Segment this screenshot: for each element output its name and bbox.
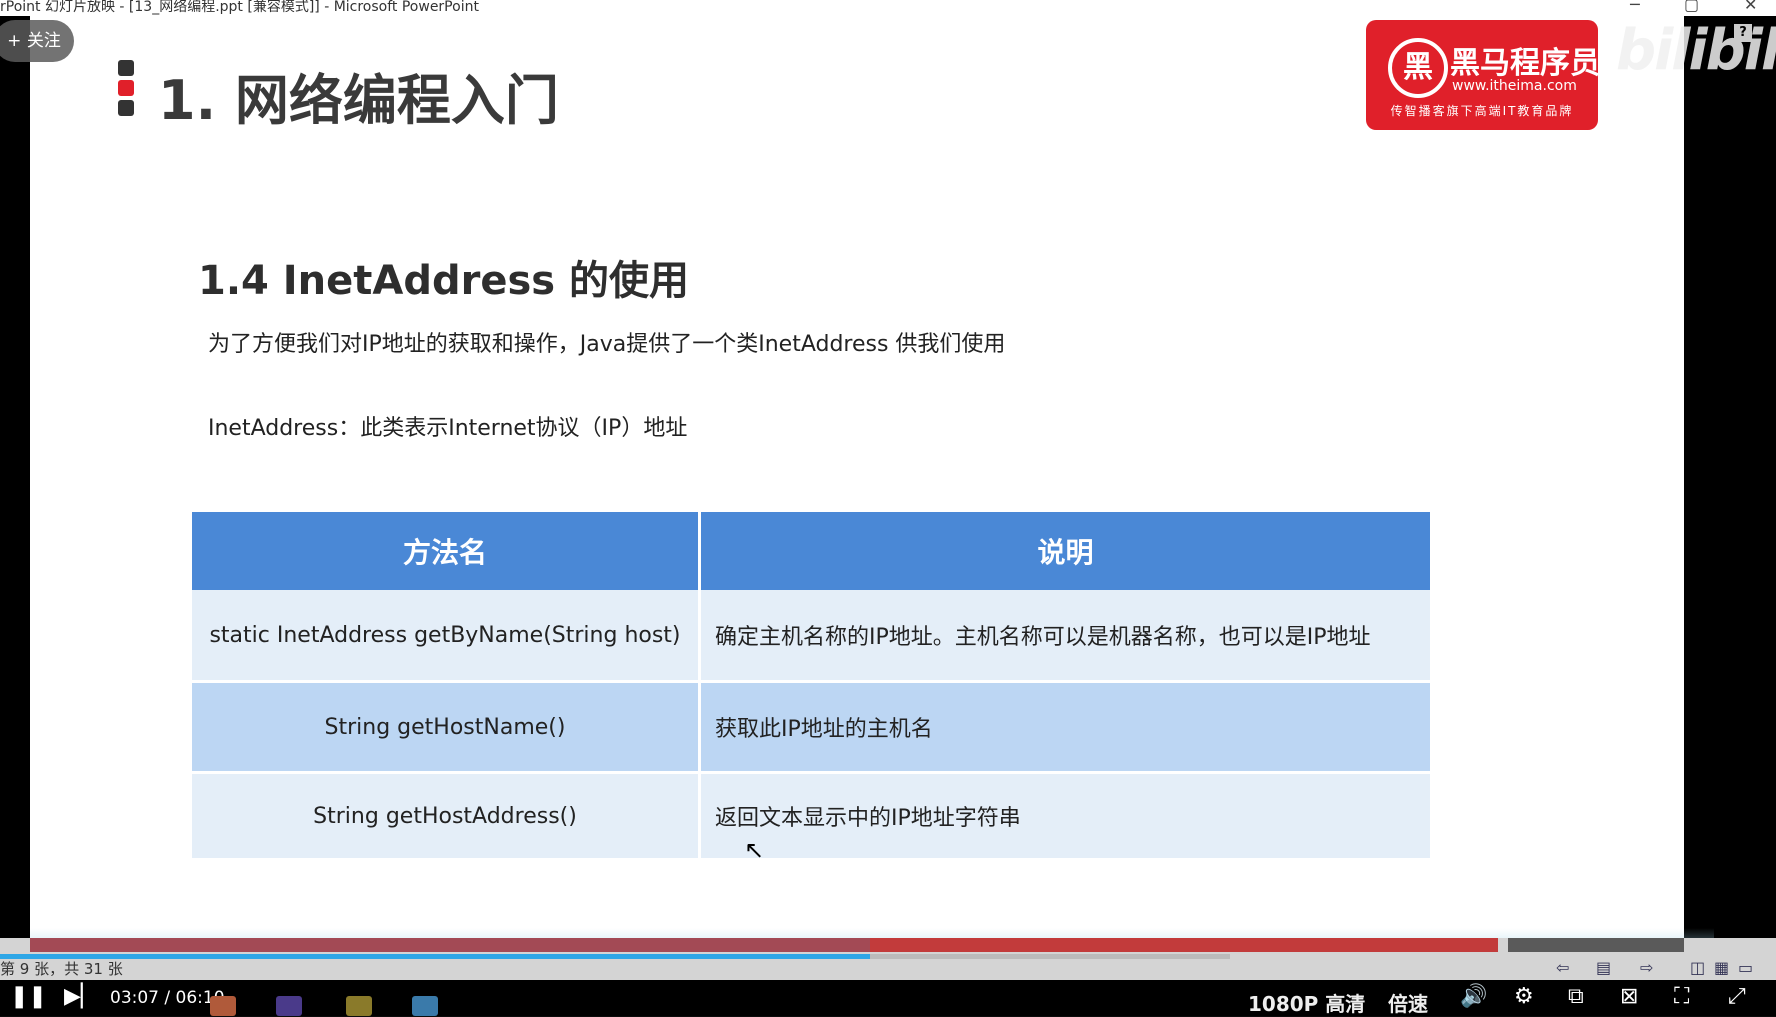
progress-remaining	[1508, 938, 1684, 952]
slide-counter: 第 9 张，共 31 张	[0, 960, 123, 978]
settings-icon[interactable]: ⚙	[1514, 984, 1534, 1009]
method-cell: String getHostAddress()	[192, 772, 701, 861]
fullscreen-icon[interactable]: ⤢	[1728, 984, 1746, 1009]
method-cell: static InetAddress getByName(String host…	[192, 590, 701, 683]
description-cell: 获取此IP地址的主机名	[699, 681, 1433, 774]
playback-time: 03:07 / 06:10	[110, 988, 225, 1008]
table-header-row: 方法名 说明	[192, 512, 1433, 590]
pause-icon[interactable]: ❚❚	[10, 984, 47, 1009]
brand-url: www.itheima.com	[1452, 78, 1577, 94]
reading-view-icon[interactable]: ▭	[1738, 958, 1753, 977]
section-title: 1.4 InetAddress 的使用	[198, 258, 690, 304]
video-control-bar: ❚❚ ▶▏ 03:07 / 06:10 1080P 高清 倍速 🔊 ⚙ ⧉ ⊠ …	[0, 980, 1776, 1016]
table-row: static InetAddress getByName(String host…	[192, 590, 1433, 683]
taskbar-app-icon[interactable]	[412, 996, 438, 1016]
restore-icon[interactable]: ▢	[1684, 0, 1699, 13]
close-icon[interactable]: ✕	[1744, 0, 1757, 13]
video-progress-played	[30, 938, 870, 952]
picture-in-picture-icon[interactable]: ⧉	[1568, 984, 1584, 1009]
web-fullscreen-icon[interactable]: ⛶	[1674, 984, 1689, 1009]
slide-heading: 1. 网络编程入门	[158, 69, 559, 132]
taskbar-app-icon[interactable]	[346, 996, 372, 1016]
follow-button[interactable]: + 关注	[0, 20, 74, 62]
description-cell: 返回文本显示中的IP地址字符串	[699, 772, 1433, 861]
bilibili-logo: bilibili	[1616, 18, 1776, 83]
normal-view-icon[interactable]: ◫	[1690, 958, 1705, 977]
brand-logo: 黑 黑马程序员 www.itheima.com 传智播客旗下高端IT教育品牌	[1366, 20, 1600, 130]
taskbar-app-icon[interactable]	[210, 996, 236, 1016]
time-separator: /	[164, 988, 171, 1008]
powerpoint-status-bar: 第 9 张，共 31 张 ⇦ ▤ ⇨ ◫ ▦ ▭	[0, 938, 1776, 980]
prev-slide-icon[interactable]: ⇦	[1556, 958, 1569, 977]
column-header-description: 说明	[699, 512, 1433, 590]
methods-table: 方法名 说明 static InetAddress getByName(Stri…	[192, 512, 1433, 861]
column-header-method: 方法名	[192, 512, 701, 590]
window-title: rPoint 幻灯片放映 - [13_网络编程.ppt [兼容模式]] - Mi…	[0, 0, 479, 15]
presentation-slide: 1. 网络编程入门 黑 黑马程序员 www.itheima.com 传智播客旗下…	[30, 16, 1714, 954]
brand-circle-icon: 黑	[1388, 38, 1448, 98]
speed-selector[interactable]: 倍速	[1388, 988, 1428, 1017]
table-row: String getHostName() 获取此IP地址的主机名	[192, 681, 1433, 774]
mouse-pointer-icon: ↖	[744, 836, 765, 864]
notes-icon[interactable]: ▤	[1596, 958, 1611, 977]
buffer-progress-bar	[870, 954, 1230, 959]
current-time: 03:07	[110, 988, 159, 1008]
definition-text: InetAddress：此类表示Internet协议（IP）地址	[208, 416, 688, 441]
window-title-bar: rPoint 幻灯片放映 - [13_网络编程.ppt [兼容模式]] - Mi…	[0, 0, 1776, 16]
minimize-icon[interactable]: ─	[1630, 0, 1640, 13]
volume-icon[interactable]: 🔊	[1460, 984, 1487, 1009]
right-letterbox	[1684, 16, 1776, 938]
intro-text: 为了方便我们对IP地址的获取和操作，Java提供了一个类InetAddress …	[208, 332, 1006, 357]
playback-progress-bar[interactable]	[0, 954, 870, 959]
widescreen-icon[interactable]: ⊠	[1620, 984, 1638, 1009]
heading-bullets-icon	[118, 60, 134, 120]
quality-selector[interactable]: 1080P 高清	[1248, 988, 1365, 1017]
next-slide-icon[interactable]: ⇨	[1640, 958, 1653, 977]
description-cell: 确定主机名称的IP地址。主机名称可以是机器名称，也可以是IP地址	[699, 590, 1433, 683]
sorter-view-icon[interactable]: ▦	[1714, 958, 1729, 977]
left-letterbox	[0, 16, 30, 938]
brand-name: 黑马程序员	[1450, 46, 1600, 81]
table-row: String getHostAddress() 返回文本显示中的IP地址字符串	[192, 772, 1433, 861]
method-cell: String getHostName()	[192, 681, 701, 774]
taskbar-app-icon[interactable]	[276, 996, 302, 1016]
help-icon[interactable]: ?	[1734, 24, 1752, 42]
next-episode-icon[interactable]: ▶▏	[64, 984, 98, 1009]
brand-tagline: 传智播客旗下高端IT教育品牌	[1390, 104, 1574, 118]
